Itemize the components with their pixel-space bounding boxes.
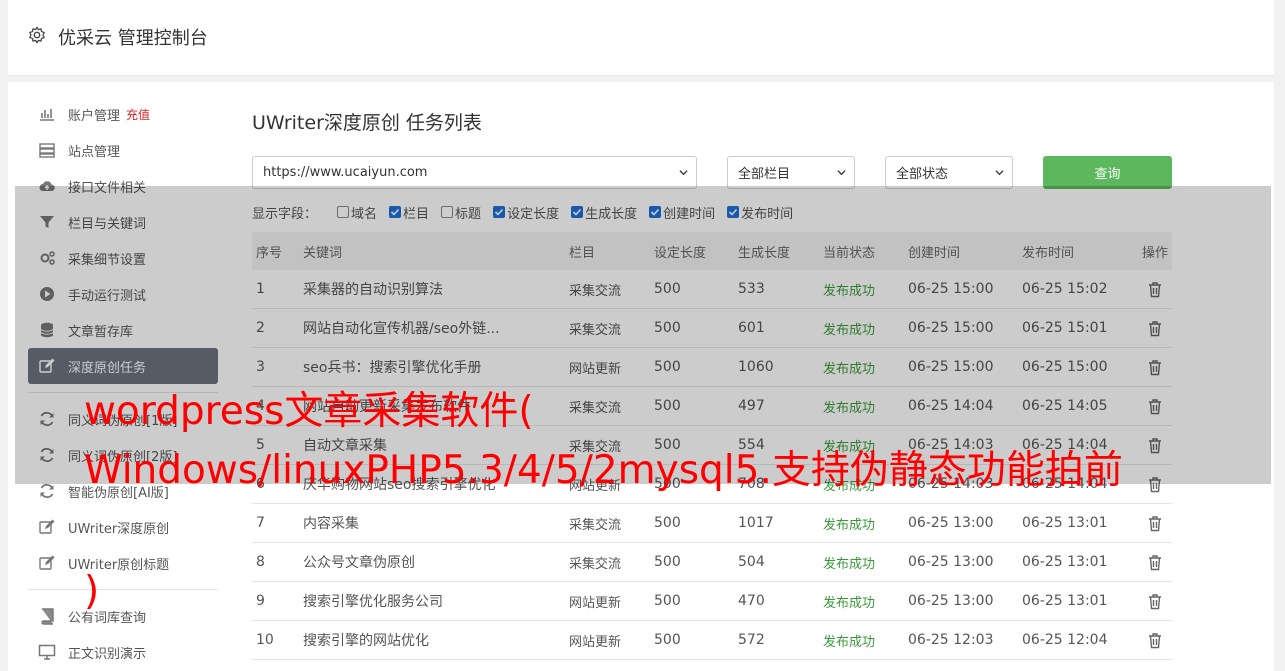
row-set-length: 500 <box>654 515 681 531</box>
site-select-value: https://www.ucaiyun.com <box>263 165 428 180</box>
sidebar-item-label: 账户管理 <box>68 108 121 124</box>
row-column: 采集交流 <box>569 517 622 533</box>
status-select[interactable]: 全部状态 <box>885 156 1013 189</box>
sidebar-item-13[interactable]: UWriter原创标题 <box>28 545 218 581</box>
row-generated-length: 470 <box>738 593 765 609</box>
row-created-time: 06-25 13:00 <box>908 593 994 609</box>
table-row: 10 搜索引擎的网站优化 网站更新 500 572 发布成功 06-25 12:03 06-2… <box>252 621 1172 660</box>
row-keyword: 搜索引擎优化服务公司 <box>303 594 443 610</box>
monitor-icon <box>38 643 56 661</box>
status-select-value: 全部状态 <box>896 167 949 182</box>
row-generated-length: 572 <box>738 632 765 648</box>
row-created-time: 06-25 13:00 <box>908 515 994 531</box>
table-row: 7 内容采集 采集交流 500 1017 发布成功 06-25 13:00 06-25 13:… <box>252 504 1172 543</box>
sidebar-item-2[interactable]: 站点管理 <box>28 132 218 168</box>
trash-icon[interactable] <box>1138 593 1172 610</box>
row-keyword: 内容采集 <box>303 516 359 532</box>
trash-icon[interactable] <box>1138 554 1172 571</box>
sidebar-item-15[interactable]: 正文识别演示 <box>28 634 218 670</box>
row-status: 发布成功 <box>823 595 876 611</box>
server-icon <box>38 141 56 159</box>
overlay-text-line3: ) <box>84 569 100 614</box>
row-status: 发布成功 <box>823 556 876 572</box>
page-title: UWriter深度原创 任务列表 <box>252 112 482 134</box>
sidebar-item-12[interactable]: UWriter深度原创 <box>28 509 218 545</box>
column-select-value: 全部栏目 <box>738 167 791 182</box>
trash-icon[interactable] <box>1138 515 1172 532</box>
chevron-down-icon <box>995 170 1004 176</box>
gear-icon <box>29 26 45 44</box>
overlay-text-line2: Windows/linuxPHP5.3/4/5/2mysql5.支持伪静态功能拍… <box>84 448 1123 493</box>
row-number: 10 <box>256 632 274 648</box>
image-overlay <box>15 186 1271 484</box>
sidebar-item-label: UWriter深度原创 <box>68 521 170 537</box>
sidebar-divider <box>28 589 218 590</box>
overlay-text-line1: wordpress文章采集软件( <box>84 389 534 434</box>
sidebar-item-14[interactable]: 公有词库查询 <box>28 598 218 634</box>
row-generated-length: 1017 <box>738 515 774 531</box>
chevron-down-icon <box>679 170 688 176</box>
row-set-length: 500 <box>654 593 681 609</box>
row-set-length: 500 <box>654 632 681 648</box>
refresh-icon <box>38 482 56 500</box>
row-published-time: 06-25 12:04 <box>1022 632 1108 648</box>
sidebar-item-label: 站点管理 <box>68 144 121 160</box>
row-number: 9 <box>256 593 265 609</box>
row-number: 8 <box>256 554 265 570</box>
row-published-time: 06-25 13:01 <box>1022 554 1108 570</box>
trash-icon[interactable] <box>1138 632 1172 649</box>
edit-icon <box>38 554 56 572</box>
book-icon <box>38 607 56 625</box>
top-header: 优采云 管理控制台 <box>8 0 1274 76</box>
row-number: 7 <box>256 515 265 531</box>
query-button[interactable]: 查询 <box>1043 156 1172 189</box>
app-title: 优采云 管理控制台 <box>58 28 208 49</box>
edit-icon <box>38 518 56 536</box>
recharge-link[interactable]: 充值 <box>126 106 150 123</box>
sidebar-item-1[interactable]: 账户管理 充值 <box>28 96 218 132</box>
row-published-time: 06-25 13:01 <box>1022 515 1108 531</box>
row-created-time: 06-25 13:00 <box>908 554 994 570</box>
row-set-length: 500 <box>654 554 681 570</box>
bar-chart-icon <box>38 105 56 123</box>
chevron-down-icon <box>837 170 846 176</box>
sidebar-item-label: 公有词库查询 <box>68 610 147 626</box>
row-created-time: 06-25 12:03 <box>908 632 994 648</box>
row-column: 网站更新 <box>569 634 622 650</box>
site-select[interactable]: https://www.ucaiyun.com <box>252 156 697 189</box>
row-column: 采集交流 <box>569 556 622 572</box>
row-keyword: 搜索引擎的网站优化 <box>303 633 429 649</box>
row-status: 发布成功 <box>823 517 876 533</box>
table-row: 8 公众号文章伪原创 采集交流 500 504 发布成功 06-25 13:00 06-25 … <box>252 543 1172 582</box>
column-select[interactable]: 全部栏目 <box>727 156 855 189</box>
row-generated-length: 504 <box>738 554 765 570</box>
row-column: 网站更新 <box>569 595 622 611</box>
row-status: 发布成功 <box>823 634 876 650</box>
sidebar-item-label: 正文识别演示 <box>68 646 147 662</box>
row-published-time: 06-25 13:01 <box>1022 593 1108 609</box>
table-row: 9 搜索引擎优化服务公司 网站更新 500 470 发布成功 06-25 13:00 06-2… <box>252 582 1172 621</box>
row-keyword: 公众号文章伪原创 <box>303 555 415 571</box>
